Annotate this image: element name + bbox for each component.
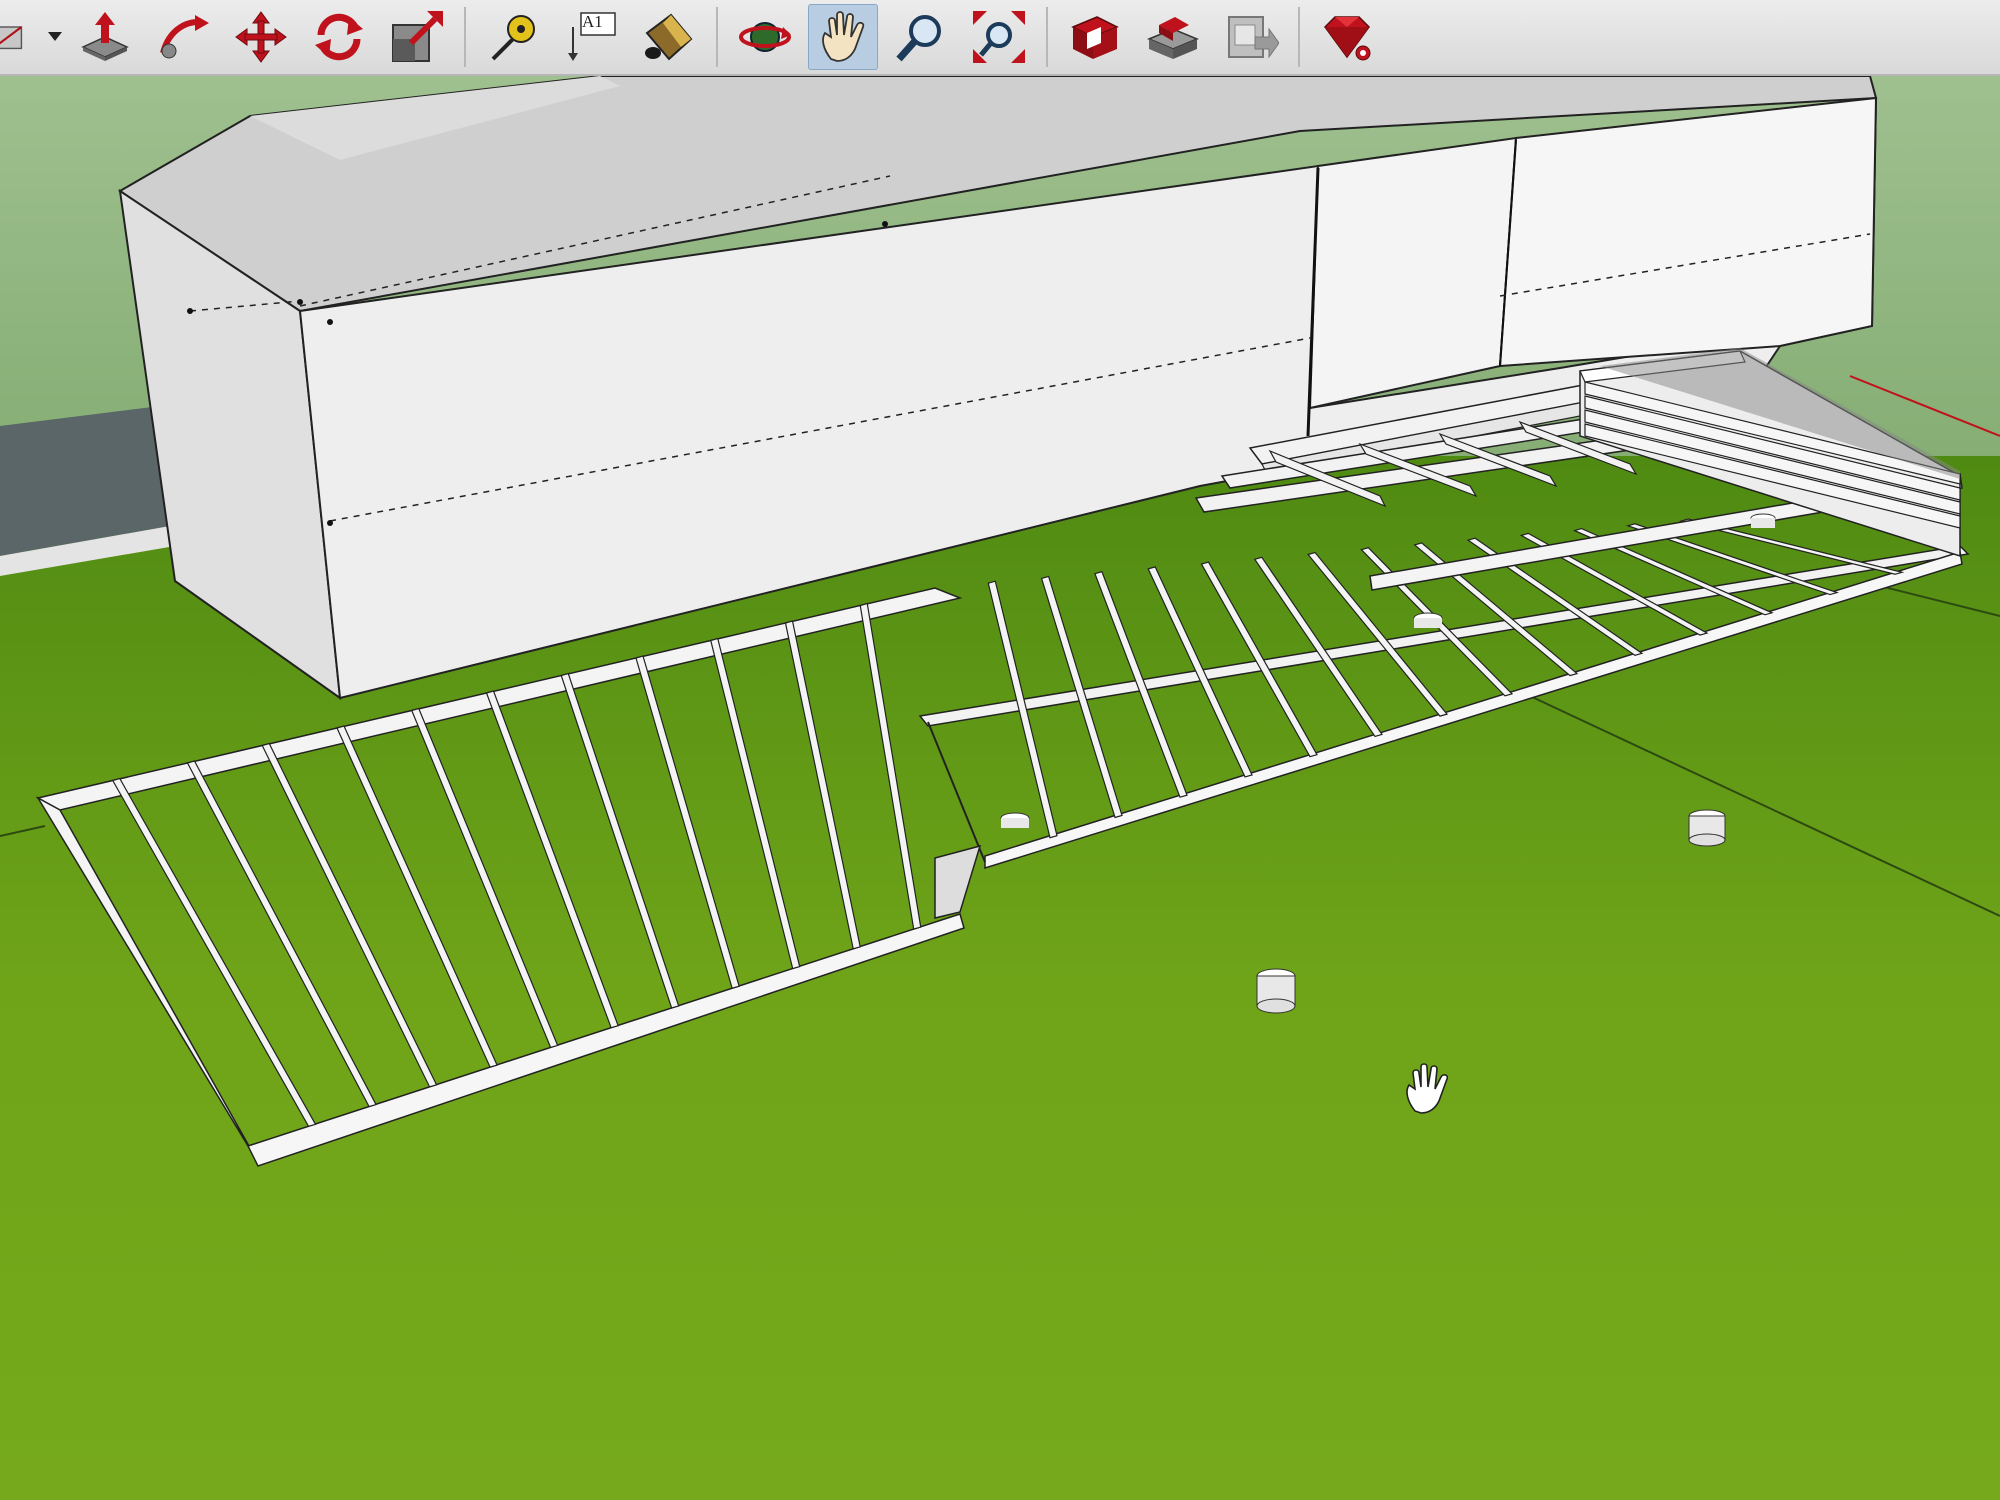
toolbar-separator (716, 7, 718, 67)
zoom-extents-icon (973, 11, 1025, 63)
footing-pier (1750, 513, 1776, 528)
rotate-tool-button[interactable] (304, 4, 374, 70)
extension-warehouse-tool-button[interactable] (1312, 4, 1382, 70)
text-tool-label: A1 (582, 12, 603, 31)
chevron-down-icon[interactable] (44, 4, 66, 70)
footing-pier (1413, 612, 1443, 628)
push-pull-icon (81, 12, 129, 61)
3d-warehouse-tool-button[interactable] (1060, 4, 1130, 70)
footing-pier (1256, 968, 1296, 1014)
model-viewport[interactable] (0, 76, 2000, 1500)
footing-pier (1000, 812, 1030, 828)
move-tool-button[interactable] (226, 4, 296, 70)
rectangle-icon (0, 26, 23, 50)
move-icon (235, 11, 287, 63)
construction-tools-group: A1 (474, 0, 708, 74)
share-model-tool-button[interactable] (1138, 4, 1208, 70)
scale-icon (392, 11, 443, 62)
follow-me-tool-button[interactable] (148, 4, 218, 70)
orbit-tool-button[interactable] (730, 4, 800, 70)
tape-measure-icon (491, 15, 535, 61)
send-to-layout-tool-button[interactable] (1216, 4, 1286, 70)
follow-me-icon (160, 15, 209, 59)
warehouse-icon (1071, 16, 1119, 59)
footing-pier (1688, 809, 1726, 847)
extensions-tools-group (1308, 0, 1386, 74)
toolbar-separator (464, 7, 466, 67)
share-model-icon (1147, 17, 1199, 59)
ruby-gem-icon (1324, 16, 1371, 61)
rotate-icon (315, 13, 363, 61)
zoom-tool-button[interactable] (886, 4, 956, 70)
layout-icon (1228, 16, 1279, 59)
text-tool-button[interactable]: A1 (556, 4, 626, 70)
tape-measure-tool-button[interactable] (478, 4, 548, 70)
toolbar: A1 (0, 0, 2000, 76)
zoom-icon (896, 15, 941, 62)
scale-tool-button[interactable] (382, 4, 452, 70)
push-pull-tool-button[interactable] (70, 4, 140, 70)
zoom-extents-tool-button[interactable] (964, 4, 1034, 70)
scene-canvas[interactable] (0, 76, 2000, 1500)
toolbar-separator (1046, 7, 1048, 67)
drawing-tools-group (0, 0, 456, 74)
toolbar-separator (1298, 7, 1300, 67)
rectangle-tool-button[interactable] (0, 4, 40, 70)
paint-bucket-icon (645, 13, 693, 61)
paint-bucket-tool-button[interactable] (634, 4, 704, 70)
orbit-icon (739, 22, 791, 52)
pan-tool-button[interactable] (808, 4, 878, 70)
warehouse-tools-group (1056, 0, 1290, 74)
camera-tools-group (726, 0, 1038, 74)
pan-hand-icon (822, 11, 865, 62)
